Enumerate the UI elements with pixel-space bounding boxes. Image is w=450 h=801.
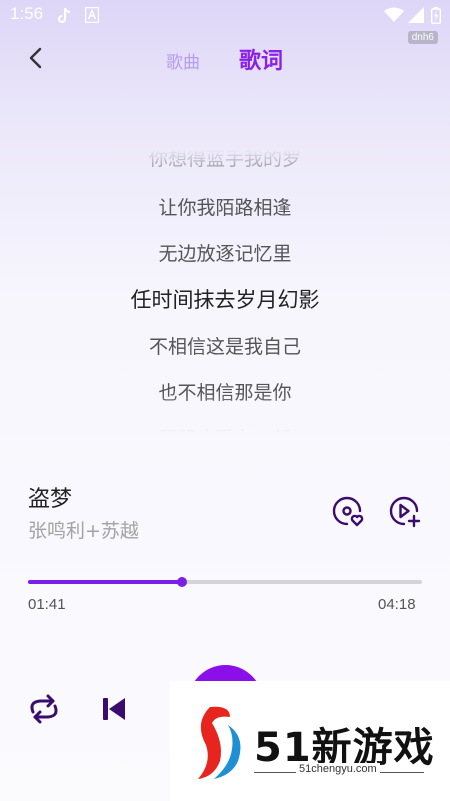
current-time: 01:41 bbox=[28, 596, 66, 613]
lyric-line[interactable]: 无边放逐记忆里 bbox=[0, 239, 450, 266]
lyric-line-current[interactable]: 任时间抹去岁月幻影 bbox=[0, 284, 450, 314]
progress-fill bbox=[28, 580, 183, 584]
tab-song[interactable]: 歌曲 bbox=[166, 48, 200, 73]
status-time: 1:56 bbox=[10, 4, 44, 23]
lyric-line[interactable]: 也不相信那是你 bbox=[0, 378, 450, 405]
song-title: 盗梦 bbox=[28, 487, 73, 512]
back-button[interactable] bbox=[26, 45, 46, 71]
favorite-button[interactable] bbox=[330, 494, 364, 528]
progress-thumb[interactable] bbox=[177, 577, 188, 587]
ad-url[interactable]: 51chengyu.com bbox=[296, 763, 380, 775]
wifi-icon bbox=[384, 7, 404, 22]
lyric-line[interactable]: 让你我陌路相逢 bbox=[0, 193, 450, 220]
watermark: dnh6 bbox=[407, 31, 438, 44]
ad-banner[interactable]: 51新游戏 51chengyu.com bbox=[170, 681, 450, 801]
progress-bar[interactable] bbox=[28, 577, 422, 587]
lyric-line[interactable]: 你想得蓝手我的罗 bbox=[0, 150, 450, 171]
status-bar: 1:56 bbox=[0, 0, 450, 32]
a-icon bbox=[85, 7, 99, 23]
previous-button[interactable] bbox=[101, 695, 127, 723]
chevron-left-icon bbox=[29, 47, 42, 69]
song-artist[interactable]: 张鸣利+苏越 bbox=[28, 516, 139, 543]
lyric-line[interactable]: 不相信这是我自己 bbox=[0, 332, 450, 359]
skip-previous-icon bbox=[103, 698, 125, 720]
repeat-icon bbox=[30, 694, 58, 724]
repeat-button[interactable] bbox=[26, 694, 62, 724]
signal-icon bbox=[408, 7, 424, 23]
disc-heart-icon bbox=[332, 496, 364, 527]
play-add-icon bbox=[389, 496, 421, 528]
lyric-line[interactable]: 明明应看在一起 bbox=[0, 424, 450, 432]
battery-icon bbox=[431, 7, 441, 24]
tab-lyrics[interactable]: 歌词 bbox=[239, 43, 283, 75]
51-logo-icon bbox=[198, 706, 241, 779]
total-time: 04:18 bbox=[378, 596, 416, 613]
add-to-playlist-button[interactable] bbox=[387, 494, 421, 528]
lyrics-view[interactable]: 你想得蓝手我的罗 让你我陌路相逢 无边放逐记忆里 任时间抹去岁月幻影 不相信这是… bbox=[0, 150, 450, 432]
tiktok-icon bbox=[57, 7, 71, 24]
